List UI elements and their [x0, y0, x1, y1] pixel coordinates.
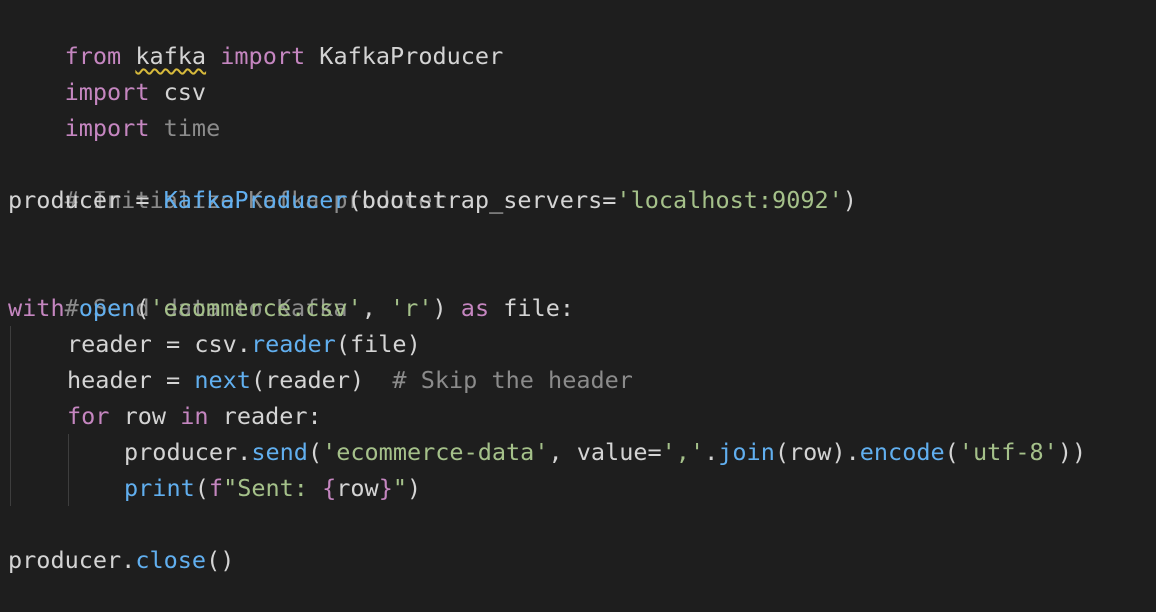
arguments: (file): [335, 330, 421, 358]
comma: ,: [361, 294, 391, 322]
code-line-5[interactable]: # Initialize Kafka producer: [8, 146, 447, 214]
keyword-argument: value=: [576, 438, 662, 466]
code-line-3[interactable]: import time: [8, 74, 221, 142]
variable: producer: [8, 186, 122, 214]
code-line-2[interactable]: import csv: [8, 38, 207, 106]
variable: row: [123, 402, 167, 430]
string-literal: ',': [661, 438, 705, 466]
function-next: next: [194, 366, 251, 394]
paren: ): [842, 186, 857, 214]
string-literal: ": [392, 474, 408, 502]
keyword-with: with: [8, 294, 65, 322]
paren: (: [347, 186, 362, 214]
variable: row: [336, 474, 379, 502]
import-name: KafkaProducer: [319, 42, 504, 70]
operator: =: [151, 330, 195, 358]
brace: {: [322, 474, 337, 502]
code-line-9[interactable]: with open('ecommerce.csv', 'r') as file:: [8, 290, 574, 326]
object: producer.: [8, 546, 136, 574]
argument-name: bootstrap_servers: [361, 186, 603, 214]
keyword-import: import: [220, 42, 306, 70]
comment: # Skip the header: [392, 366, 633, 394]
code-editor[interactable]: from kafka import KafkaProducer import c…: [0, 0, 1156, 612]
operator: =: [151, 366, 195, 394]
code-line-12[interactable]: for row in reader:: [67, 398, 322, 434]
code-line-1[interactable]: from kafka import KafkaProducer: [8, 2, 504, 70]
paren: (: [944, 438, 959, 466]
indent-guide-level2: [68, 434, 69, 506]
variable: reader: [67, 330, 152, 358]
comma: ,: [548, 438, 577, 466]
string-literal: 'utf-8': [958, 438, 1058, 466]
variable: file:: [503, 294, 574, 322]
operator: =: [121, 186, 164, 214]
code-line-11[interactable]: header = next(reader) # Skip the header: [67, 362, 633, 398]
string-literal: 'ecommerce.csv': [149, 294, 362, 322]
fstring-prefix: f: [208, 474, 224, 502]
keyword-in: in: [180, 402, 209, 430]
method: reader: [250, 330, 336, 358]
keyword-as: as: [460, 294, 490, 322]
method: join: [718, 438, 775, 466]
method: send: [251, 438, 308, 466]
object: csv.: [194, 330, 251, 358]
code-line-14[interactable]: print(f"Sent: {row}"): [124, 470, 421, 506]
code-line-8[interactable]: # Send data to Kafka: [8, 254, 348, 322]
code-line-10[interactable]: reader = csv.reader(file): [67, 326, 421, 362]
code-line-16[interactable]: producer.close(): [8, 542, 234, 578]
paren: (: [307, 438, 323, 466]
keyword-for: for: [67, 402, 110, 430]
code-line-13[interactable]: producer.send('ecommerce-data', value=',…: [124, 434, 1086, 470]
string-literal: 'r': [390, 294, 433, 322]
string-literal: 'ecommerce-data': [322, 438, 549, 466]
variable: header: [67, 366, 152, 394]
operator: =: [602, 186, 617, 214]
paren: )): [1057, 438, 1087, 466]
module-time: time: [163, 114, 221, 142]
method: encode: [859, 438, 945, 466]
paren: ): [432, 294, 447, 322]
object: producer.: [124, 438, 252, 466]
code-line-6[interactable]: producer = KafkaProducer(bootstrap_serve…: [8, 182, 857, 218]
variable: reader:: [222, 402, 322, 430]
class-name: KafkaProducer: [163, 186, 348, 214]
arguments: (row).: [774, 438, 860, 466]
string-literal: "Sent:: [223, 474, 323, 502]
dot: .: [704, 438, 719, 466]
paren: (: [135, 294, 150, 322]
paren: (: [194, 474, 209, 502]
string-literal: 'localhost:9092': [616, 186, 843, 214]
function-print: print: [124, 474, 195, 502]
keyword-import: import: [64, 114, 150, 142]
method: close: [135, 546, 207, 574]
paren: ): [407, 474, 422, 502]
arguments: (reader): [250, 366, 365, 394]
brace: }: [378, 474, 393, 502]
arguments: (): [206, 546, 235, 574]
function-open: open: [78, 294, 136, 322]
